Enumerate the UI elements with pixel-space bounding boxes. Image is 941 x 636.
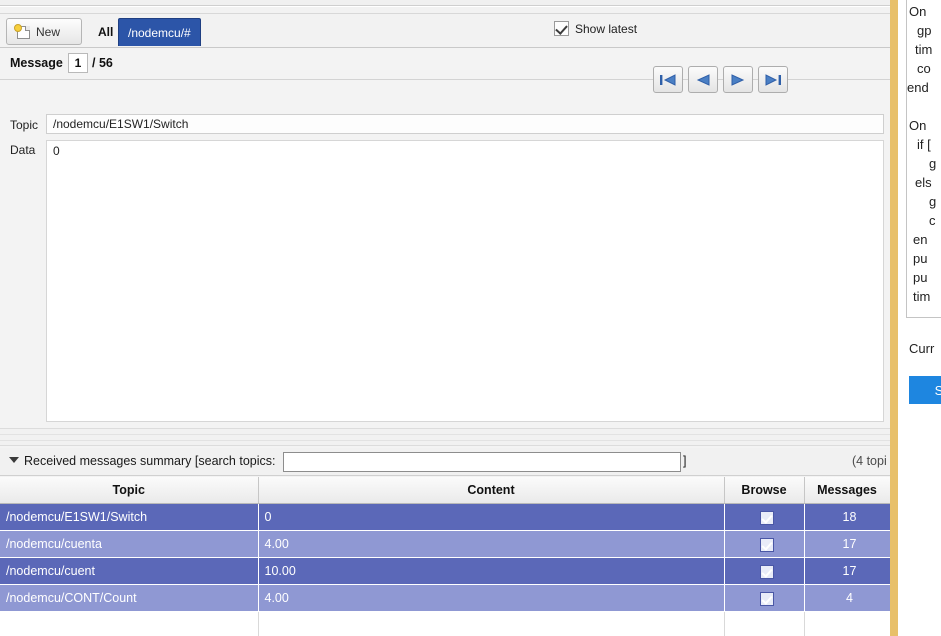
code-line: co <box>917 61 931 76</box>
browse-checkbox-icon[interactable] <box>759 564 774 579</box>
code-line: gp <box>917 23 932 38</box>
cell-browse[interactable] <box>724 503 805 531</box>
column-header-messages[interactable]: Messages <box>804 477 890 504</box>
topic-count-label: (4 topi <box>852 454 887 468</box>
cell-empty <box>804 611 890 636</box>
column-header-browse[interactable]: Browse <box>724 477 805 504</box>
right-window-pane: On gp tim co end On if [ g els g c en pu… <box>898 0 941 636</box>
code-line: els <box>915 175 932 190</box>
cell-content: 4.00 <box>258 530 725 558</box>
column-header-topic[interactable]: Topic <box>0 477 259 504</box>
code-line: if [ <box>917 137 931 152</box>
cell-content: 4.00 <box>258 584 725 612</box>
cell-topic: /nodemcu/CONT/Count <box>0 584 259 612</box>
browse-checkbox-icon[interactable] <box>759 510 774 525</box>
mqtt-client-window: New All /nodemcu/# Message 1 / 56 Show l… <box>0 0 941 636</box>
column-header-content[interactable]: Content <box>258 477 725 504</box>
table-header-row: Topic Content Browse Messages <box>0 477 890 504</box>
cell-content: 0 <box>258 503 725 531</box>
summary-title: Received messages summary [search topics… <box>24 454 276 468</box>
tab-nodemcu-label: /nodemcu/# <box>128 25 191 40</box>
message-index-input[interactable]: 1 <box>68 53 88 73</box>
table-row[interactable]: /nodemcu/cuent 10.00 17 <box>0 557 890 585</box>
first-message-button[interactable] <box>653 66 683 93</box>
skip-to-first-icon <box>660 73 676 86</box>
window-divider <box>890 0 898 636</box>
code-line: tim <box>913 289 931 304</box>
main-pane: New All /nodemcu/# Message 1 / 56 Show l… <box>0 14 890 636</box>
data-label: Data <box>10 143 36 157</box>
table-row[interactable]: /nodemcu/CONT/Count 4.00 4 <box>0 584 890 612</box>
window-top-strip <box>0 0 890 6</box>
show-latest-checkbox[interactable]: Show latest <box>554 21 637 36</box>
received-messages-table[interactable]: Topic Content Browse Messages /nodemcu/E… <box>0 477 890 636</box>
right-panel-button-label: S <box>934 382 941 398</box>
cell-browse[interactable] <box>724 530 805 558</box>
code-line: c <box>929 213 936 228</box>
code-editor-box[interactable]: On gp tim co end On if [ g els g c en pu… <box>906 0 941 318</box>
search-topics-input[interactable] <box>283 452 681 472</box>
tab-strip: New All /nodemcu/# <box>0 14 890 48</box>
message-label: Message <box>10 56 63 70</box>
message-total-label: / 56 <box>92 56 113 70</box>
summary-header: Received messages summary [search topics… <box>0 448 890 476</box>
code-line: pu <box>913 251 928 266</box>
right-panel-section-label: Curr <box>909 341 935 356</box>
last-message-button[interactable] <box>758 66 788 93</box>
message-nav-bar: Message 1 / 56 <box>0 48 890 80</box>
code-line: On <box>909 4 927 19</box>
cell-messages: 17 <box>804 557 890 585</box>
cell-topic: /nodemcu/cuent <box>0 557 259 585</box>
previous-message-button[interactable] <box>688 66 718 93</box>
cell-empty <box>724 611 805 636</box>
summary-bracket-close: ] <box>683 454 687 468</box>
next-message-button[interactable] <box>723 66 753 93</box>
code-line: tim <box>915 42 933 57</box>
new-subscription-button[interactable]: New <box>6 18 82 45</box>
table-row[interactable]: /nodemcu/E1SW1/Switch 0 18 <box>0 503 890 531</box>
topic-label: Topic <box>10 118 39 132</box>
window-top-strip-secondary <box>0 7 890 14</box>
code-line: g <box>929 156 937 171</box>
code-line: pu <box>913 270 928 285</box>
arrow-right-icon <box>731 73 745 86</box>
data-textarea[interactable]: 0 <box>46 140 884 422</box>
cell-messages: 17 <box>804 530 890 558</box>
new-button-label: New <box>36 24 61 39</box>
browse-checkbox-icon[interactable] <box>759 591 774 606</box>
cell-content: 10.00 <box>258 557 725 585</box>
browse-checkbox-icon[interactable] <box>759 537 774 552</box>
table-row[interactable]: /nodemcu/cuenta 4.00 17 <box>0 530 890 558</box>
cell-browse[interactable] <box>724 584 805 612</box>
code-line: en <box>913 232 928 247</box>
arrow-left-icon <box>696 73 710 86</box>
chevron-down-icon[interactable] <box>9 457 19 463</box>
new-page-icon <box>14 23 31 40</box>
topic-input[interactable]: /nodemcu/E1SW1/Switch <box>46 114 884 134</box>
cell-topic: /nodemcu/E1SW1/Switch <box>0 503 259 531</box>
cell-empty <box>0 611 259 636</box>
cell-messages: 18 <box>804 503 890 531</box>
right-panel-primary-button[interactable]: S <box>909 376 941 404</box>
panel-splitter[interactable] <box>0 428 890 446</box>
checkbox-checked-icon <box>554 21 569 36</box>
cell-empty <box>258 611 725 636</box>
cell-browse[interactable] <box>724 557 805 585</box>
show-latest-label: Show latest <box>575 21 638 36</box>
cell-topic: /nodemcu/cuenta <box>0 530 259 558</box>
cell-messages: 4 <box>804 584 890 612</box>
table-row-empty <box>0 611 890 636</box>
skip-to-last-icon <box>765 73 781 86</box>
code-line: end <box>907 80 929 95</box>
tab-all-label: All <box>98 25 114 39</box>
code-line: g <box>929 194 937 209</box>
code-line: On <box>909 118 927 133</box>
tab-nodemcu[interactable]: /nodemcu/# <box>118 18 201 46</box>
